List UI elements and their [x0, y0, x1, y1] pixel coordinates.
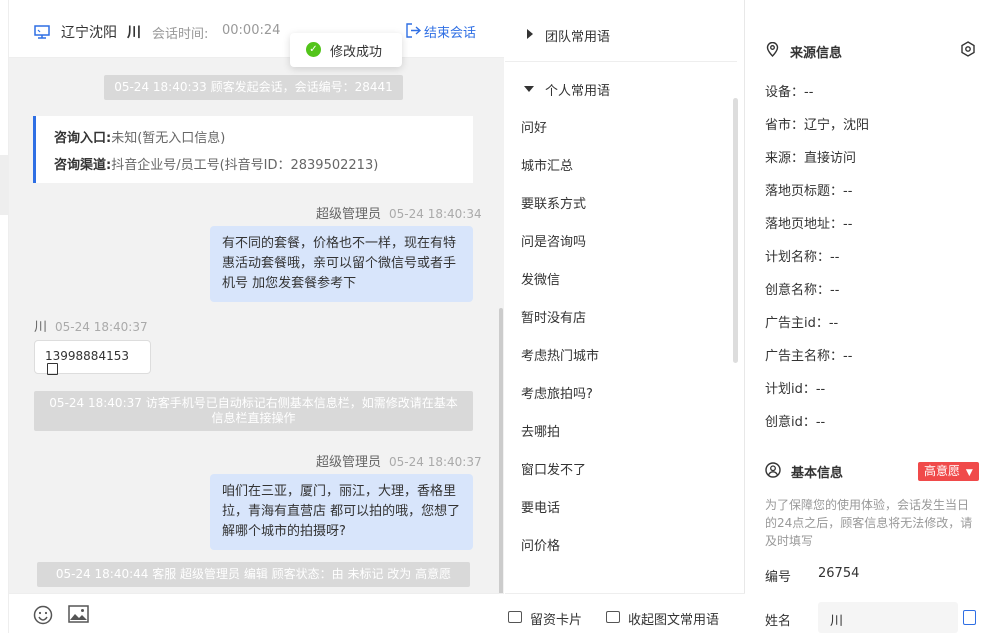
divider: [505, 61, 737, 62]
visitor-message: 13998884153: [34, 340, 151, 375]
channel-value: 抖音企业号/员工号(抖音号ID：2839502213): [111, 158, 379, 173]
chat-header: 辽宁沈阳 川 会话时间: 00:00:24 结束会话: [9, 0, 504, 58]
name-field[interactable]: 川: [818, 602, 958, 633]
system-message-start: 05-24 18:40:33 顾客发起会话，会话编号：28441: [104, 75, 403, 100]
message-time: 05-24 18:40:34: [389, 207, 482, 221]
phrase-item[interactable]: 问价格: [521, 535, 560, 554]
lead-card-button[interactable]: 留资卡片: [530, 609, 582, 628]
group-label: 团队常用语: [545, 30, 611, 45]
entry-row: 咨询入口:未知(暂无入口信息): [54, 127, 225, 146]
group-personal-phrases[interactable]: 个人常用语: [505, 80, 745, 100]
emoji-icon[interactable]: [33, 605, 53, 625]
entry-label: 咨询入口:: [54, 131, 112, 146]
source-row: 落地页标题：--: [765, 184, 853, 199]
success-toast: ✓ 修改成功: [290, 33, 402, 67]
chat-scrollbar[interactable]: [499, 308, 503, 593]
phrase-item[interactable]: 发微信: [521, 269, 560, 288]
source-row: 计划id：--: [765, 382, 826, 397]
chat-messages: 05-24 18:40:33 顾客发起会话，会话编号：28441 咨询入口:未知…: [9, 58, 504, 593]
sender-name: 川: [34, 320, 48, 335]
visitor-message-text: 13998884153: [45, 349, 129, 363]
check-circle-icon: ✓: [306, 42, 321, 57]
visitor-info-panel: 来源信息 设备：-- 省市：辽宁，沈阳 来源：直接访问 落地页标题：-- 落地页…: [745, 0, 994, 633]
left-edge: [0, 0, 9, 633]
message-meta: 川 05-24 18:40:37: [34, 316, 148, 335]
chat-toolbar: [9, 593, 504, 633]
visitor-name: 川: [127, 25, 141, 41]
source-section-title: 来源信息: [790, 46, 843, 61]
copy-icon[interactable]: [47, 363, 58, 375]
name-label: 姓名: [765, 614, 792, 629]
message-icon: [606, 611, 620, 623]
source-row: 来源：直接访问: [765, 151, 857, 166]
copy-icon[interactable]: [963, 610, 976, 625]
phrases-panel: 团队常用语 个人常用语 问好 城市汇总 要联系方式 问是咨询吗 发微信 暂时没有…: [505, 0, 745, 633]
sender-name: 超级管理员: [316, 455, 382, 470]
phrase-item[interactable]: 暂时没有店: [521, 307, 586, 326]
source-row: 创意名称：--: [765, 283, 840, 298]
location-pin-icon: [766, 42, 779, 57]
end-session-button[interactable]: 结束会话: [424, 22, 476, 41]
source-row: 计划名称：--: [765, 250, 840, 265]
caret-down-icon: ▼: [965, 468, 973, 478]
agent-message: 咱们在三亚，厦门，丽江，大理，香格里拉，青海有直营店 都可以拍的哦，您想了解哪个…: [210, 474, 473, 550]
phrases-footer: 留资卡片 收起图文常用语: [505, 593, 745, 633]
phrases-scrollbar[interactable]: [733, 98, 738, 363]
session-time: 00:00:24: [222, 23, 281, 38]
collapse-phrases-button[interactable]: 收起图文常用语: [628, 609, 719, 628]
channel-label: 咨询渠道:: [54, 158, 112, 173]
source-row: 创意id：--: [765, 415, 826, 430]
source-row: 设备：--: [765, 85, 814, 100]
phrase-item[interactable]: 要电话: [521, 497, 560, 516]
basic-section-title: 基本信息: [791, 466, 844, 481]
system-message-phone: 05-24 18:40:37 访客手机号已自动标记右侧基本信息栏，如需修改请在基…: [34, 391, 473, 431]
phrase-item[interactable]: 问好: [521, 117, 547, 136]
group-team-phrases[interactable]: 团队常用语: [505, 26, 745, 46]
name-value: 川: [830, 614, 844, 629]
message-meta: 超级管理员 05-24 18:40:34: [316, 203, 482, 222]
session-time-label: 会话时间:: [152, 27, 209, 42]
chat-panel: 辽宁沈阳 川 会话时间: 00:00:24 结束会话 ✓ 修改成功 05-24 …: [9, 0, 504, 633]
caret-right-icon: [527, 29, 533, 39]
card-icon: [508, 611, 522, 623]
image-icon[interactable]: [68, 605, 89, 623]
agent-message: 有不同的套餐，价格也不一样，现在有特惠活动套餐哦，亲可以留个微信号或者手机号 加…: [210, 226, 473, 302]
phrase-item[interactable]: 城市汇总: [521, 155, 573, 174]
source-row: 省市：辽宁，沈阳: [765, 118, 870, 133]
sender-name: 超级管理员: [316, 207, 382, 222]
user-icon: [765, 462, 781, 478]
message-meta: 超级管理员 05-24 18:40:37: [316, 451, 482, 470]
phrase-item[interactable]: 考虑旅拍吗?: [521, 383, 593, 402]
group-label: 个人常用语: [545, 84, 611, 99]
source-row: 落地页地址：--: [765, 217, 853, 232]
source-row: 广告主名称：--: [765, 349, 853, 364]
system-message-status: 05-24 18:40:44 客服 超级管理员 编辑 顾客状态：由 未标记 改为…: [37, 562, 470, 587]
phrase-item[interactable]: 去哪拍: [521, 421, 560, 440]
edit-notice: 为了保障您的使用体验，会话发生当日的24点之后，顾客信息将无法修改，请及时填写: [765, 498, 973, 548]
settings-hex-icon[interactable]: [960, 41, 976, 57]
message-time: 05-24 18:40:37: [389, 455, 482, 469]
entry-value: 未知(暂无入口信息): [111, 131, 226, 146]
phrase-item[interactable]: 考虑热门城市: [521, 345, 599, 364]
caret-down-icon: [524, 86, 534, 92]
phrase-item[interactable]: 问是咨询吗: [521, 231, 586, 250]
channel-row: 咨询渠道:抖音企业号/员工号(抖音号ID：2839502213): [54, 154, 378, 173]
source-row: 广告主id：--: [765, 316, 839, 331]
intent-badge-label: 高意愿: [924, 464, 961, 478]
message-time: 05-24 18:40:37: [55, 320, 148, 334]
consult-info-card: 咨询入口:未知(暂无入口信息) 咨询渠道:抖音企业号/员工号(抖音号ID：283…: [33, 116, 473, 183]
app-root: 辽宁沈阳 川 会话时间: 00:00:24 结束会话 ✓ 修改成功 05-24 …: [0, 0, 994, 633]
phrase-item[interactable]: 窗口发不了: [521, 459, 586, 478]
monitor-icon: [34, 25, 50, 39]
intent-badge[interactable]: 高意愿 ▼: [918, 462, 979, 481]
id-label: 编号: [765, 570, 792, 585]
toast-message: 修改成功: [330, 45, 383, 60]
exit-icon[interactable]: [406, 23, 421, 38]
phrase-item[interactable]: 要联系方式: [521, 193, 586, 212]
visitor-location: 辽宁沈阳: [61, 25, 117, 41]
left-edge-marker: [0, 155, 9, 215]
id-value: 26754: [818, 566, 860, 581]
